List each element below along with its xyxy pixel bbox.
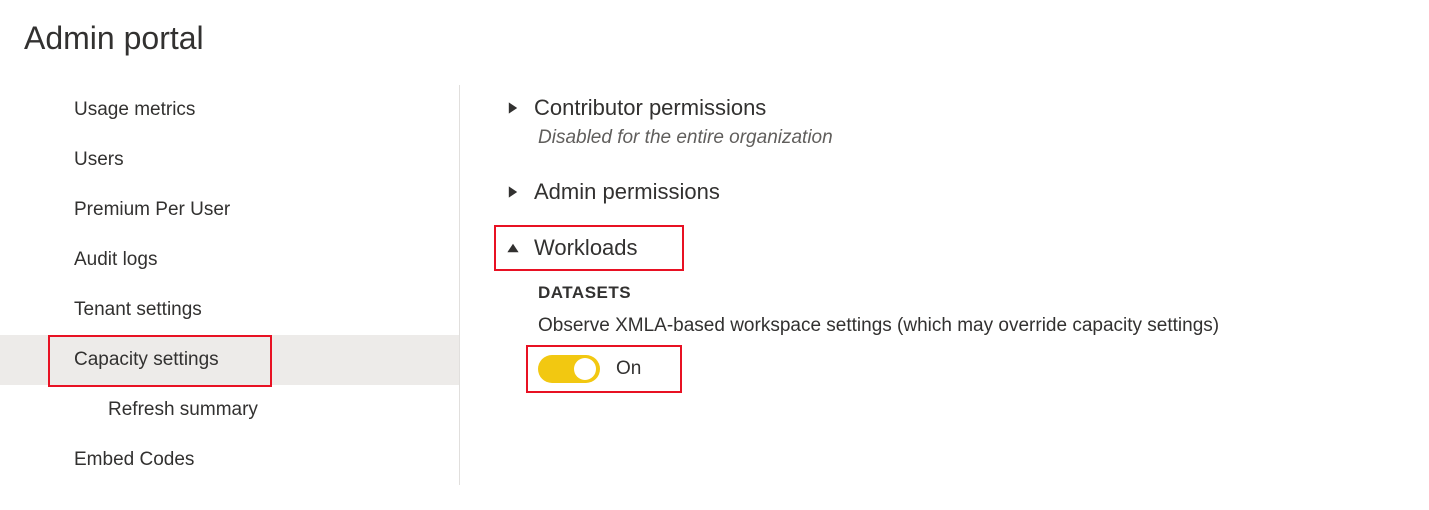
section-title: Contributor permissions xyxy=(534,95,766,121)
xmla-toggle[interactable] xyxy=(538,355,600,383)
sidebar-item-label: Capacity settings xyxy=(74,349,219,370)
caret-right-icon xyxy=(506,185,520,199)
section-title: Workloads xyxy=(534,235,638,261)
sidebar-item-usage-metrics[interactable]: Usage metrics xyxy=(0,85,459,135)
toggle-state-label: On xyxy=(616,358,641,380)
caret-up-icon xyxy=(506,241,520,255)
datasets-heading: DATASETS xyxy=(538,283,1429,303)
section-header-workloads[interactable]: Workloads xyxy=(506,235,1429,261)
sidebar-item-tenant-settings[interactable]: Tenant settings xyxy=(0,285,459,335)
content-row: Usage metrics Users Premium Per User Aud… xyxy=(0,85,1429,485)
datasets-toggle-row: On xyxy=(538,355,1429,383)
sidebar-item-embed-codes[interactable]: Embed Codes xyxy=(0,435,459,485)
sidebar-item-capacity-settings[interactable]: Capacity settings xyxy=(0,335,459,385)
main-panel: Contributor permissions Disabled for the… xyxy=(460,85,1429,485)
toggle-knob xyxy=(574,358,596,380)
sidebar: Usage metrics Users Premium Per User Aud… xyxy=(0,85,460,485)
section-header-admin-permissions[interactable]: Admin permissions xyxy=(506,179,1429,205)
section-status: Disabled for the entire organization xyxy=(538,127,1429,149)
page-title: Admin portal xyxy=(0,0,1429,67)
sidebar-item-refresh-summary[interactable]: Refresh summary xyxy=(0,385,459,435)
section-workloads: Workloads DATASETS Observe XMLA-based wo… xyxy=(506,235,1429,383)
section-header-contributor-permissions[interactable]: Contributor permissions xyxy=(506,95,1429,121)
section-contributor-permissions: Contributor permissions Disabled for the… xyxy=(506,95,1429,149)
section-admin-permissions: Admin permissions xyxy=(506,179,1429,205)
workloads-datasets: DATASETS Observe XMLA-based workspace se… xyxy=(538,283,1429,383)
section-title: Admin permissions xyxy=(534,179,720,205)
sidebar-item-audit-logs[interactable]: Audit logs xyxy=(0,235,459,285)
datasets-description: Observe XMLA-based workspace settings (w… xyxy=(538,315,1429,337)
sidebar-item-users[interactable]: Users xyxy=(0,135,459,185)
sidebar-item-premium-per-user[interactable]: Premium Per User xyxy=(0,185,459,235)
caret-right-icon xyxy=(506,101,520,115)
